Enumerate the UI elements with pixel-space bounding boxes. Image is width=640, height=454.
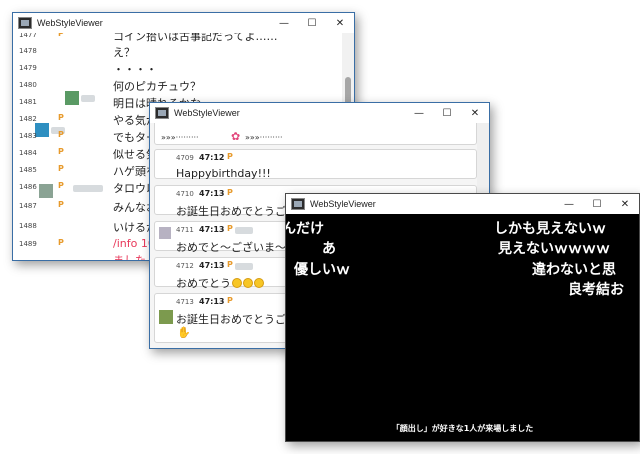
maximize-icon[interactable]: ☐ xyxy=(583,194,611,214)
list-item[interactable]: 1479 ・・・・ xyxy=(13,60,342,77)
premium-mark: P xyxy=(227,224,233,233)
comment-text: 何のピカチュウ？ xyxy=(113,80,201,93)
minimize-icon[interactable]: — xyxy=(555,194,583,214)
maximize-icon[interactable]: ☐ xyxy=(433,103,461,123)
list-item[interactable]: 1480 何のピカチュウ？ xyxy=(13,77,342,94)
flow-comment: 良考結お xyxy=(568,282,624,298)
premium-mark: P xyxy=(227,152,233,161)
smile-icon xyxy=(243,278,253,288)
avatar xyxy=(159,227,171,239)
flow-comment: 見えないｗｗｗｗ xyxy=(498,241,610,257)
close-icon[interactable]: ✕ xyxy=(326,13,354,33)
list-item[interactable]: 1478 え？ xyxy=(13,43,342,60)
stamp-text: »»»········· xyxy=(161,133,199,142)
app-icon xyxy=(291,198,305,210)
premium-mark: P xyxy=(58,147,64,156)
comment-text: お誕生日おめでとうござ xyxy=(176,205,297,218)
comment-number: 1477 xyxy=(19,33,37,39)
close-icon[interactable]: ✕ xyxy=(461,103,489,123)
comment-id: 4712 xyxy=(176,262,194,270)
comment-number: 1478 xyxy=(19,47,37,55)
comment-text: おめでとう xyxy=(176,277,231,290)
comment-card[interactable]: »»»········· ✿ »»»········· xyxy=(154,123,477,145)
premium-mark: P xyxy=(58,130,64,139)
window-title: WebStyleViewer xyxy=(37,18,103,28)
avatar xyxy=(159,310,173,324)
flower-icon: ✿ xyxy=(231,130,241,143)
flow-comment-window[interactable]: WebStyleViewer — ☐ ✕ んだけ しかも見えないｗ あ 見えない… xyxy=(285,193,640,442)
comment-number: 1480 xyxy=(19,81,37,89)
comment-id: 4713 xyxy=(176,298,194,306)
clapping-hands-icon: ✋ xyxy=(177,326,191,339)
flow-comment-area: んだけ しかも見えないｗ あ 見えないｗｗｗｗ 優しいｗ 違わないと思 良考結お… xyxy=(286,214,639,441)
premium-mark: P xyxy=(227,296,233,305)
comment-number: 1489 xyxy=(19,240,37,248)
comment-time: 47:12 xyxy=(199,153,225,162)
comment-number: 1483 xyxy=(19,132,37,140)
comment-text: Happybirthday!!! xyxy=(176,167,271,180)
minimize-icon[interactable]: — xyxy=(405,103,433,123)
premium-mark: P xyxy=(58,164,64,173)
minimize-icon[interactable]: — xyxy=(270,13,298,33)
premium-mark: P xyxy=(58,113,64,122)
flow-comment: 違わないと思 xyxy=(532,262,616,278)
premium-mark: P xyxy=(58,238,64,247)
maximize-icon[interactable]: ☐ xyxy=(298,13,326,33)
stamp-text: »»»········· xyxy=(245,133,283,142)
close-icon[interactable]: ✕ xyxy=(611,194,639,214)
premium-mark: P xyxy=(227,188,233,197)
comment-number: 1479 xyxy=(19,64,37,72)
comment-number: 1482 xyxy=(19,115,37,123)
premium-mark: P xyxy=(227,260,233,269)
flow-comment: んだけ xyxy=(286,221,324,237)
title-bar[interactable]: WebStyleViewer — ☐ ✕ xyxy=(13,13,354,33)
comment-id: 4711 xyxy=(176,226,194,234)
smile-icon xyxy=(254,278,264,288)
comment-id: 4709 xyxy=(176,154,194,162)
comment-id: 4710 xyxy=(176,190,194,198)
comment-text: お誕生日おめでとうござ xyxy=(176,313,297,326)
comment-time: 47:13 xyxy=(199,189,225,198)
premium-mark: P xyxy=(58,181,64,190)
comment-number: 1487 xyxy=(19,202,37,210)
comment-number: 1485 xyxy=(19,166,37,174)
comment-time: 47:13 xyxy=(199,297,225,306)
smile-icon xyxy=(232,278,242,288)
comment-text: え？ xyxy=(113,46,135,59)
title-bar[interactable]: WebStyleViewer — ☐ ✕ xyxy=(150,103,489,123)
blurred-name xyxy=(235,227,253,234)
title-bar[interactable]: WebStyleViewer — ☐ ✕ xyxy=(286,194,639,214)
flow-comment: 優しいｗ xyxy=(294,262,350,278)
info-command-text: ました xyxy=(113,252,146,260)
comment-number: 1481 xyxy=(19,98,37,106)
comment-text: ・・・・ xyxy=(113,63,157,76)
comment-text-with-smileys: おめでとう xyxy=(176,275,264,291)
comment-number: 1484 xyxy=(19,149,37,157)
premium-mark: P xyxy=(58,200,64,209)
premium-mark: P xyxy=(58,33,64,38)
comment-number: 1488 xyxy=(19,222,37,230)
comment-time: 47:13 xyxy=(199,261,225,270)
comment-number: 1486 xyxy=(19,183,37,191)
comment-text: おめでと～ございま～す xyxy=(176,241,297,254)
flow-comment: あ xyxy=(322,241,336,257)
flow-comment: しかも見えないｗ xyxy=(494,221,606,237)
app-icon xyxy=(18,17,32,29)
comment-card[interactable]: 4709 47:12 P Happybirthday!!! xyxy=(154,149,477,180)
window-title: WebStyleViewer xyxy=(310,199,376,209)
comment-time: 47:13 xyxy=(199,225,225,234)
blurred-name xyxy=(235,263,253,270)
window-title: WebStyleViewer xyxy=(174,108,240,118)
system-message: 「顔出し」が好きな1人が来場しました xyxy=(391,424,534,433)
app-icon xyxy=(155,107,169,119)
